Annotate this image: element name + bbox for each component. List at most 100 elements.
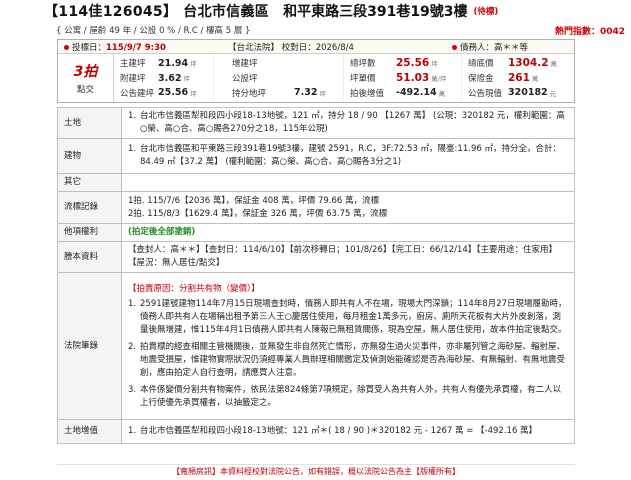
summary-box: 投標日：115/9/7 9:30 【台北法院】 校對日：2026/8/4 債務人… bbox=[57, 39, 575, 103]
field-unit: 萬 bbox=[531, 75, 539, 83]
item-text: 台北市信義區犁和段四小段18-13地號：121 ㎡＊( 18 / 90 )＊32… bbox=[140, 426, 538, 436]
auction-round: 3拍 bbox=[73, 64, 98, 80]
item-number: 1. bbox=[128, 111, 137, 121]
title-row: 【114佳126045】 台北市信義區 和平東路三段391巷19號3樓 (待標) bbox=[0, 0, 631, 22]
field-unit: 元 bbox=[549, 89, 557, 98]
field-label: 保證金 bbox=[468, 74, 494, 84]
field-unit: 萬 bbox=[550, 60, 558, 69]
item-number: 1. bbox=[128, 298, 137, 309]
row-value: 【拍賣原因：分割共有物（變價）】 1. 2591建號建物114年7月15日現場查封… bbox=[121, 272, 575, 420]
note-item: 3. 本件係變價分割共有物案件，依民法第824條第7項規定，除買受人為共有人外，共… bbox=[128, 384, 568, 410]
post-auction-increment: 拍後增值 -492.14 萬 bbox=[350, 85, 461, 100]
history-item: 2拍. 115/8/3【1629.4 萬】，保証金 326 萬，坪價 63.75… bbox=[128, 208, 388, 219]
item-text: 拍賣標的經查相關主管機關後，並無發生非自然死亡情形，亦無發生過火災事件，亦非屬列… bbox=[140, 341, 566, 378]
attached-building-area: 附建坪 3.62 坪 bbox=[120, 71, 213, 86]
field-label: 拍後增值 bbox=[350, 88, 385, 99]
row-value: (拍定後全部塗銷) bbox=[121, 223, 575, 242]
field-label: 總坪數 bbox=[350, 59, 376, 70]
copyright-footer: 【寬頻房訊】本資料經校對法院公告，如有錯誤，概以法院公告為主【版權所有】 bbox=[57, 464, 575, 478]
case-number: 【114佳126045】 bbox=[44, 4, 178, 20]
field-value: 25.56 bbox=[396, 57, 430, 70]
field-value: -492.14 bbox=[396, 87, 437, 99]
added-building-area: 增建坪 bbox=[232, 56, 343, 71]
field-label: 總底價 bbox=[468, 59, 494, 70]
creditor-value: 債務人：高＊＊等 bbox=[460, 42, 529, 53]
bid-date: 投標日：115/9/7 9:30 bbox=[58, 41, 206, 53]
row-value: 1. 台北市信義區和平東路三段391巷19號3樓，建號 2591，R.C，3F:7… bbox=[121, 138, 575, 174]
row-label: 法院筆錄 bbox=[57, 272, 122, 420]
note-item: 2. 拍賣標的經查相關主管機關後，並無發生非自然死亡情形，亦無發生過火災事件，亦非… bbox=[128, 341, 568, 380]
area-price-grid: 主建坪 21.94 坪 附建坪 3.62 坪 公告建坪 25.56 坪 增建坪 公設坪 持分… bbox=[114, 54, 574, 102]
row-history: 流標記錄 1拍. 115/7/6【2036 萬】，保証金 408 萬，坪價 79… bbox=[57, 191, 575, 224]
field-unit: 坪 bbox=[319, 89, 326, 98]
row-label: 土地增值 bbox=[57, 419, 122, 444]
summary-top-row: 投標日：115/9/7 9:30 【台北法院】 校對日：2026/8/4 債務人… bbox=[58, 40, 574, 54]
field-label: 主建坪 bbox=[120, 59, 146, 70]
field-value: 261 bbox=[508, 72, 530, 84]
item-number: 2. bbox=[128, 341, 137, 352]
item-number: 1. bbox=[128, 426, 137, 436]
field-unit: 坪 bbox=[431, 60, 438, 69]
main-building-area: 主建坪 21.94 坪 bbox=[120, 56, 213, 71]
field-value: 21.94 bbox=[158, 57, 189, 69]
item-text: 本件係變價分割共有物案件，依民法第824條第7項規定，除買受人為共有人外，共有人… bbox=[140, 384, 562, 408]
announced-land-value: 公告現值 320182 元 bbox=[468, 85, 574, 100]
auction-reason: 【拍賣原因：分割共有物（變價）】 bbox=[128, 283, 260, 294]
row-label: 土地 bbox=[57, 107, 122, 139]
creditor-info: 債務人：高＊＊等 bbox=[446, 41, 574, 53]
bid-date-value: 115/9/7 9:30 bbox=[106, 42, 166, 53]
row-other: 其它 bbox=[57, 173, 575, 192]
grid-col-building: 主建坪 21.94 坪 附建坪 3.62 坪 公告建坪 25.56 坪 bbox=[114, 54, 213, 102]
item-text: 台北市信義區和平東路三段391巷19號3樓，建號 2591，R.C，3F:72.… bbox=[140, 144, 561, 167]
row-land: 土地 1. 台北市信義區犁和段四小段18-13地號，121 ㎡，持分 18 / 9… bbox=[57, 107, 575, 139]
bullet-icon bbox=[452, 44, 457, 50]
summary-body: 3拍 點交 主建坪 21.94 坪 附建坪 3.62 坪 公告建坪 25.56 坪 增建坪 … bbox=[58, 54, 574, 102]
field-label: 公設坪 bbox=[232, 74, 258, 84]
row-label: 他項權利 bbox=[57, 223, 122, 242]
auction-type: 點交 bbox=[76, 85, 94, 95]
transcript-text: 【查封人：高＊＊】【查封日：114/6/10】【前次移轉日；101/8/26】【… bbox=[128, 245, 558, 268]
grid-col-totals: 總坪數 25.56 坪 坪單價 51.03 萬/坪 拍後增值 -492.14 萬 bbox=[343, 54, 461, 102]
total-area: 總坪數 25.56 坪 bbox=[350, 56, 461, 71]
property-summary: { 公寓 / 屋齡 49 年 / 公設 0 % / R.C / 樓高 5 層 } bbox=[56, 26, 251, 36]
row-value: 1. 台北市信義區犁和段四小段18-13地號：121 ㎡＊( 18 / 90 )＊… bbox=[121, 419, 575, 444]
city-district: 台北市信義區 bbox=[183, 4, 270, 20]
row-value bbox=[121, 173, 575, 192]
item-text: 台北市信義區犁和段四小段18-13地號，121 ㎡，持分 18 / 90 【12… bbox=[140, 111, 565, 134]
field-unit: 坪 bbox=[183, 75, 190, 83]
list-item: 1. 台北市信義區犁和段四小段18-13地號：121 ㎡＊( 18 / 90 )＊… bbox=[128, 425, 568, 438]
deposit: 保證金 261 萬 bbox=[468, 71, 574, 86]
history-item: 1拍. 115/7/6【2036 萬】，保証金 408 萬，坪價 79.66 萬… bbox=[128, 195, 380, 206]
list-item: 1. 台北市信義區和平東路三段391巷19號3樓，建號 2591，R.C，3F:7… bbox=[128, 143, 568, 169]
row-label: 謄本資料 bbox=[57, 241, 122, 273]
row-value: 1. 台北市信義區犁和段四小段18-13地號，121 ㎡，持分 18 / 90 【… bbox=[121, 107, 575, 139]
row-label: 其它 bbox=[57, 173, 122, 192]
field-unit: 坪 bbox=[190, 60, 197, 69]
list-item: 1. 台北市信義區犁和段四小段18-13地號，121 ㎡，持分 18 / 90 【… bbox=[128, 110, 568, 136]
field-label: 坪單價 bbox=[350, 74, 376, 84]
row-building: 建物 1. 台北市信義區和平東路三段391巷19號3樓，建號 2591，R.C，3… bbox=[57, 138, 575, 174]
hot-index: 熱門指數：0042 bbox=[554, 26, 625, 37]
item-number: 1. bbox=[128, 144, 137, 154]
field-label: 持分地坪 bbox=[232, 88, 267, 99]
field-value: 7.32 bbox=[294, 87, 318, 99]
row-value: 1拍. 115/7/6【2036 萬】，保証金 408 萬，坪價 79.66 萬… bbox=[121, 191, 575, 224]
field-value: 25.56 bbox=[158, 87, 189, 99]
field-label: 增建坪 bbox=[232, 59, 258, 70]
field-label: 公告現值 bbox=[468, 88, 503, 99]
bid-date-label: 投標日： bbox=[72, 42, 107, 53]
announced-building-area: 公告建坪 25.56 坪 bbox=[120, 85, 213, 100]
note-item: 1. 2591建號建物114年7月15日現場查封時，債務人即共有人不在場，現場大門… bbox=[128, 298, 568, 337]
grid-col-extra: 增建坪 公設坪 持分地坪 7.32 坪 bbox=[213, 54, 343, 102]
row-label: 建物 bbox=[57, 138, 122, 174]
sub-info-row: { 公寓 / 屋齡 49 年 / 公設 0 % / R.C / 樓高 5 層 }… bbox=[56, 22, 631, 38]
public-facility-area: 公設坪 bbox=[232, 71, 343, 86]
row-land-value: 土地增值 1. 台北市信義區犁和段四小段18-13地號：121 ㎡＊( 18 / … bbox=[57, 419, 575, 444]
field-label: 附建坪 bbox=[120, 74, 146, 84]
row-label: 流標記錄 bbox=[57, 191, 122, 224]
rights-note: (拍定後全部塗銷) bbox=[128, 227, 196, 237]
row-rights: 他項權利 (拍定後全部塗銷) bbox=[57, 223, 575, 242]
land-share-area: 持分地坪 7.32 坪 bbox=[232, 85, 343, 100]
field-value: 51.03 bbox=[396, 72, 430, 84]
field-unit: 萬 bbox=[438, 89, 446, 98]
